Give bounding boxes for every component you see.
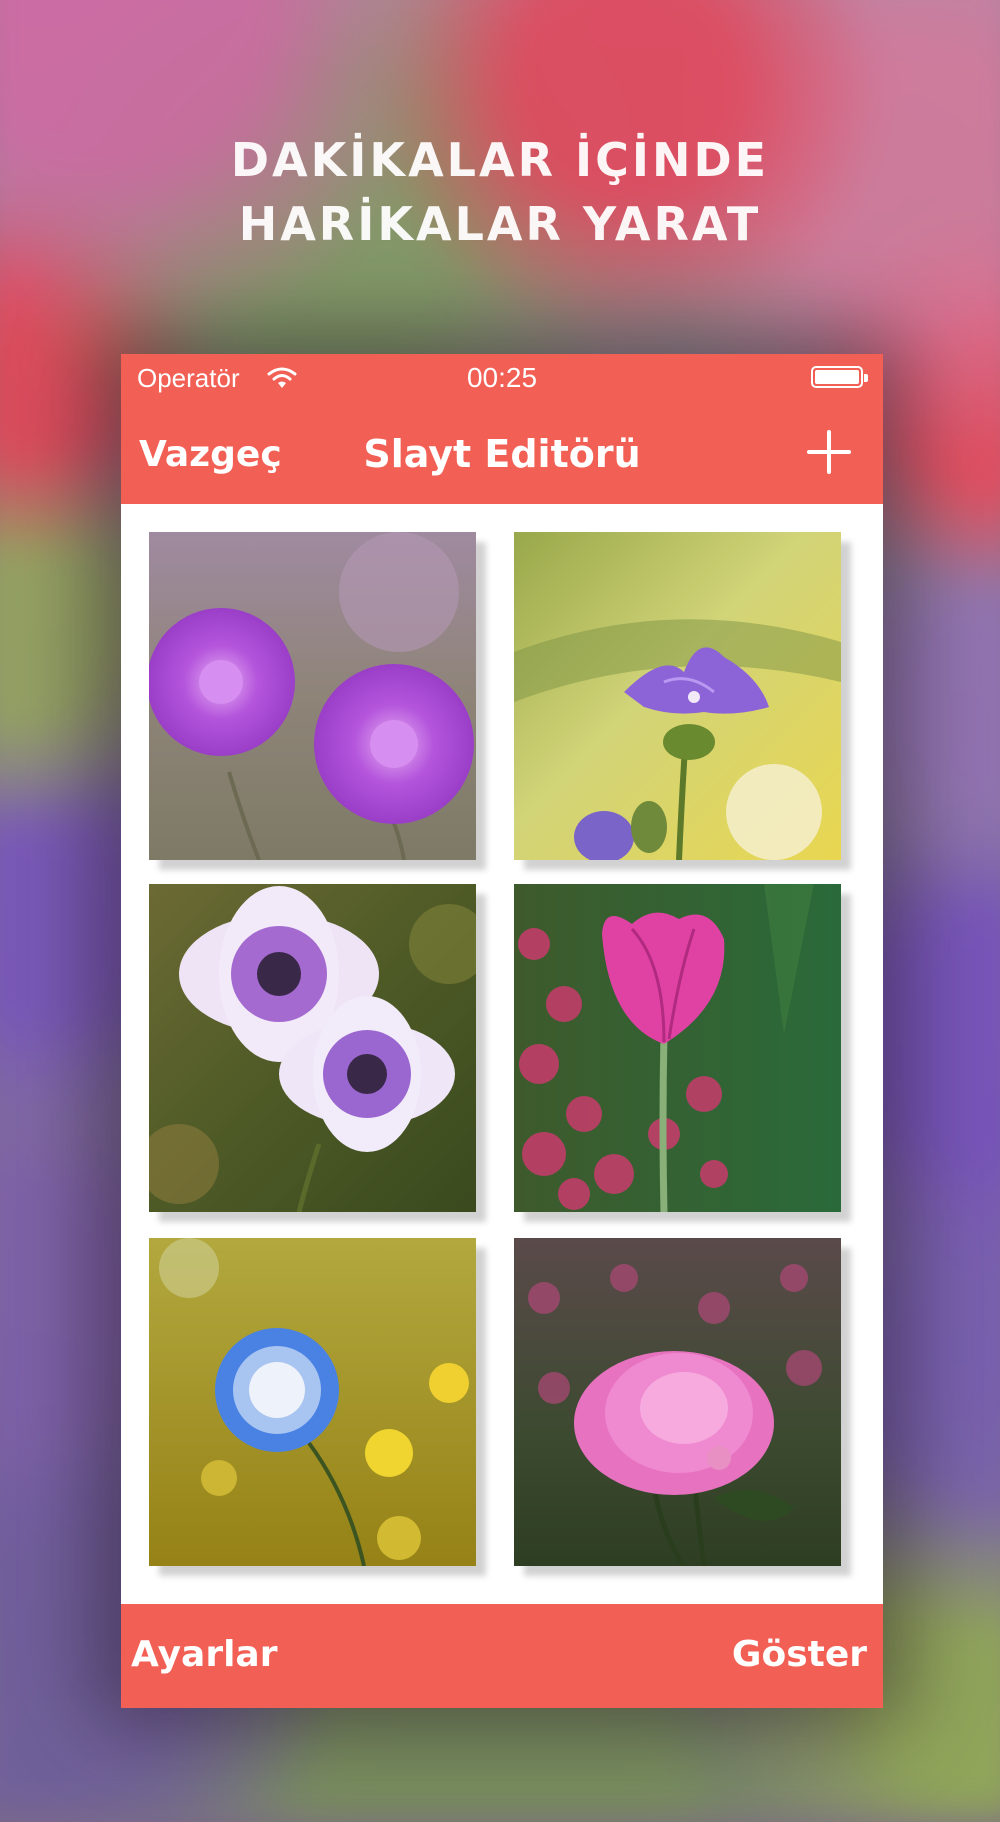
promo-line-1: DAKİKALAR İÇİNDE	[230, 133, 770, 187]
phone-screen: Operatör 00:25 Vazgeç Slayt Editörü Ayar…	[121, 354, 883, 1708]
photo-tile-anemones[interactable]	[149, 884, 476, 1212]
photo-tile-bellflower[interactable]	[514, 532, 841, 860]
plus-icon[interactable]	[805, 428, 853, 476]
photo-tile-tulip[interactable]	[514, 884, 841, 1212]
app-header: Operatör 00:25 Vazgeç Slayt Editörü	[121, 354, 883, 504]
status-time: 00:25	[466, 362, 538, 393]
settings-button[interactable]: Ayarlar	[131, 1634, 277, 1675]
photo-tile-cornflower[interactable]	[149, 1238, 476, 1566]
promo-line-2: HARİKALAR YARAT	[238, 197, 762, 251]
navigation-bar: Vazgeç Slayt Editörü	[121, 404, 883, 504]
status-bar: Operatör 00:25	[121, 354, 883, 404]
photo-tile-peony[interactable]	[514, 1238, 841, 1566]
battery-icon	[811, 366, 868, 388]
bottom-toolbar: Ayarlar Göster	[121, 1604, 883, 1708]
photo-grid	[121, 504, 883, 1604]
page-title: Slayt Editörü	[363, 432, 641, 476]
photo-tile-scabiosa[interactable]	[149, 532, 476, 860]
show-button[interactable]: Göster	[732, 1634, 867, 1675]
promo-headline: DAKİKALAR İÇİNDE HARİKALAR YARAT	[0, 128, 1000, 256]
